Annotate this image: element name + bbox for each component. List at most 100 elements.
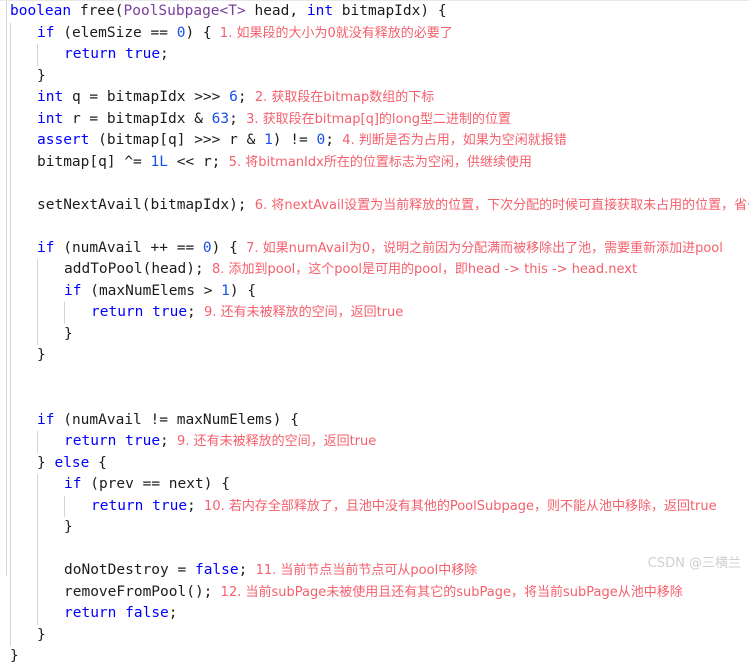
indent-guide: [10, 22, 11, 44]
indent-guide: [37, 538, 38, 560]
indent-guide: [10, 538, 11, 560]
code-text: if (elemSize == 0) {: [37, 24, 212, 41]
indent-guide: [10, 366, 11, 388]
code-text: if (prev == next) {: [64, 476, 230, 492]
code-text: }: [37, 626, 46, 643]
indent-guide: [37, 603, 38, 625]
indent-guide: [10, 345, 11, 367]
code-line[interactable]: int q = bitmapIdx >>> 6; 2. 获取段在bitmap数组…: [0, 87, 749, 109]
indent-guide: [10, 65, 11, 87]
code-line[interactable]: }: [0, 65, 749, 87]
indent-guide: [10, 108, 11, 130]
code-line[interactable]: if (maxNumElems > 1) {: [0, 280, 749, 302]
indent-guide: [37, 495, 38, 517]
code-line[interactable]: return true; 9. 还有未被释放的空间，返回true: [0, 302, 749, 324]
indent-guide: [37, 517, 38, 539]
code-line[interactable]: [0, 538, 749, 560]
code-line[interactable]: if (prev == next) {: [0, 474, 749, 496]
indent-guide: [10, 452, 11, 474]
indent-guide: [10, 173, 11, 195]
code-line[interactable]: setNextAvail(bitmapIdx); 6. 将nextAvail设置…: [0, 194, 749, 216]
indent-guide: [37, 259, 38, 281]
indent-guide: [37, 560, 38, 582]
indent-guide: [10, 624, 11, 646]
indent-guide: [10, 560, 11, 582]
code-text: assert (bitmap[q] >>> r & 1) != 0;: [37, 132, 334, 148]
code-line[interactable]: }: [0, 646, 749, 668]
code-annotation: 6. 将nextAvail设置为当前释放的位置，下次分配的时候可直接获取未占用的…: [254, 197, 749, 213]
code-annotation: 10. 若内存全部释放了，且池中没有其他的PoolSubpage，则不能从池中移…: [195, 498, 717, 514]
code-annotation: 1. 如果段的大小为0就没有释放的必要了: [211, 25, 453, 41]
code-text: return false;: [64, 605, 178, 621]
code-line[interactable]: assert (bitmap[q] >>> r & 1) != 0; 4. 判断…: [0, 130, 749, 152]
code-text: return true;: [91, 497, 196, 514]
code-annotation: 9. 还有未被释放的空间，返回true: [168, 434, 377, 449]
code-line[interactable]: } else {: [0, 452, 749, 474]
code-line[interactable]: }: [0, 517, 749, 539]
indent-guide: [10, 474, 11, 496]
indent-guide: [64, 302, 65, 324]
indent-guide: [10, 495, 11, 517]
code-text: setNextAvail(bitmapIdx);: [37, 196, 247, 213]
code-line[interactable]: return true; 9. 还有未被释放的空间，返回true: [0, 431, 749, 453]
indent-guide: [37, 581, 38, 603]
code-line[interactable]: return true; 10. 若内存全部释放了，且池中没有其他的PoolSu…: [0, 495, 749, 517]
code-line[interactable]: doNotDestroy = false; 11. 当前节点当前节点可从pool…: [0, 560, 749, 582]
indent-guide: [10, 603, 11, 625]
indent-guide: [10, 151, 11, 173]
code-annotation: 7. 如果numAvail为0，说明之前因为分配满而被移除出了池，需要重新添加进…: [237, 240, 723, 256]
code-content[interactable]: boolean free(PoolSubpage<T> head, int bi…: [0, 1, 749, 668]
code-line[interactable]: if (elemSize == 0) { 1. 如果段的大小为0就没有释放的必要…: [0, 22, 749, 44]
code-line[interactable]: [0, 216, 749, 238]
csdn-watermark: CSDN @三横兰: [647, 556, 741, 571]
code-text: }: [10, 648, 19, 664]
code-text: if (maxNumElems > 1) {: [64, 282, 257, 299]
indent-guide: [10, 431, 11, 453]
code-line[interactable]: }: [0, 323, 749, 345]
code-line[interactable]: [0, 366, 749, 388]
code-text: removeFromPool();: [64, 583, 213, 600]
code-text: addToPool(head);: [64, 261, 204, 277]
code-line[interactable]: }: [0, 624, 749, 646]
code-text: boolean free(PoolSubpage<T> head, int bi…: [10, 3, 447, 19]
code-line[interactable]: return false;: [0, 603, 749, 625]
code-text: bitmap[q] ^= 1L << r;: [37, 153, 221, 170]
code-annotation: 9. 还有未被释放的空间，返回true: [195, 305, 404, 320]
indent-guide: [64, 495, 65, 517]
code-line[interactable]: return true;: [0, 44, 749, 66]
code-text: } else {: [37, 454, 107, 471]
code-line[interactable]: bitmap[q] ^= 1L << r; 5. 将bitmanIdx所在的位置…: [0, 151, 749, 173]
indent-guide: [37, 474, 38, 496]
indent-guide: [10, 323, 11, 345]
code-annotation: 11. 当前节点当前节点可从pool中移除: [247, 563, 478, 578]
indent-guide: [10, 517, 11, 539]
code-line[interactable]: if (numAvail != maxNumElems) {: [0, 409, 749, 431]
code-text: int r = bitmapIdx & 63;: [37, 110, 238, 127]
indent-guide: [10, 259, 11, 281]
indent-guide: [10, 388, 11, 410]
code-text: }: [37, 347, 46, 363]
code-text: return true;: [64, 46, 169, 62]
code-line[interactable]: [0, 173, 749, 195]
code-line[interactable]: [0, 388, 749, 410]
code-line[interactable]: addToPool(head); 8. 添加到pool，这个pool是可用的po…: [0, 259, 749, 281]
code-line[interactable]: if (numAvail ++ == 0) { 7. 如果numAvail为0，…: [0, 237, 749, 259]
indent-guide: [10, 194, 11, 216]
code-line[interactable]: }: [0, 345, 749, 367]
code-line[interactable]: removeFromPool(); 12. 当前subPage未被使用且还有其它…: [0, 581, 749, 603]
code-text: return true;: [91, 304, 196, 320]
indent-guide: [37, 44, 38, 66]
indent-guide: [10, 216, 11, 238]
indent-guide: [10, 237, 11, 259]
code-line[interactable]: int r = bitmapIdx & 63; 3. 获取段在bitmap[q]…: [0, 108, 749, 130]
code-annotation: 2. 获取段在bitmap数组的下标: [246, 90, 435, 105]
code-line[interactable]: boolean free(PoolSubpage<T> head, int bi…: [0, 1, 749, 23]
code-text: }: [37, 67, 46, 84]
indent-guide: [10, 581, 11, 603]
indent-guide: [10, 87, 11, 109]
code-editor[interactable]: boolean free(PoolSubpage<T> head, int bi…: [0, 0, 749, 664]
